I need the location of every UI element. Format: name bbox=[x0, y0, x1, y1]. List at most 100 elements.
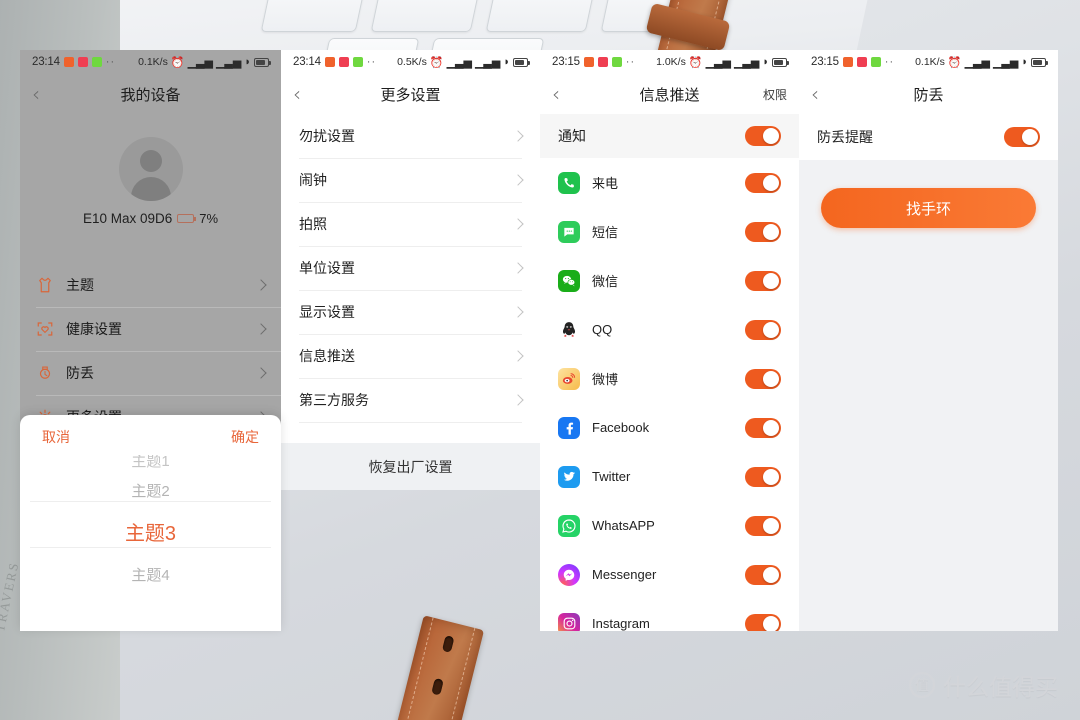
status-app-icon-1 bbox=[583, 57, 594, 67]
notification-master-toggle[interactable] bbox=[745, 126, 781, 146]
push-row-toggle[interactable] bbox=[745, 613, 781, 631]
push-row-wechat[interactable]: 微信 bbox=[540, 256, 799, 305]
anti-lost-reminder-row[interactable]: 防丢提醒 bbox=[799, 114, 1058, 160]
push-row-toggle[interactable] bbox=[745, 221, 781, 242]
signal-icon-2: ▁▃▅ bbox=[733, 56, 760, 69]
signal-icon-1: ▁▃▅ bbox=[705, 56, 731, 69]
menu-item-theme[interactable]: 主题 bbox=[20, 263, 281, 307]
push-row-weibo[interactable]: 微博 bbox=[540, 354, 799, 403]
device-menu-list: 主题 健康设置 防丢 bbox=[20, 263, 281, 439]
status-app-icon-2 bbox=[597, 57, 608, 67]
push-row-facebook[interactable]: Facebook bbox=[540, 403, 799, 452]
notification-master-row[interactable]: 通知 bbox=[540, 114, 799, 158]
push-row-toggle[interactable] bbox=[745, 270, 781, 291]
settings-row-display[interactable]: 显示设置 bbox=[281, 290, 540, 334]
picker-option[interactable]: 主题4 bbox=[20, 557, 281, 595]
list-divider bbox=[299, 422, 522, 423]
back-button[interactable]: ‹ bbox=[32, 84, 56, 104]
status-app-icon-1 bbox=[63, 57, 74, 67]
alarm-icon: ⏰ bbox=[947, 56, 962, 69]
menu-item-label: 防丢 bbox=[66, 365, 94, 381]
push-row-instagram[interactable]: Instagram bbox=[540, 599, 799, 631]
status-time: 23:15 bbox=[811, 56, 839, 68]
status-app-icon-3 bbox=[91, 57, 102, 67]
settings-row-dnd[interactable]: 勿扰设置 bbox=[281, 114, 540, 158]
confirm-button[interactable]: 确定 bbox=[231, 427, 259, 447]
chevron-right-icon bbox=[255, 323, 267, 335]
menu-item-anti-lost[interactable]: 防丢 bbox=[20, 351, 281, 395]
cancel-button[interactable]: 取消 bbox=[42, 427, 70, 447]
chevron-right-icon bbox=[512, 306, 524, 318]
push-row-label: 微信 bbox=[592, 274, 619, 289]
chevron-right-icon bbox=[512, 218, 524, 230]
push-row-messenger[interactable]: Messenger bbox=[540, 550, 799, 599]
push-row-phone[interactable]: 来电 bbox=[540, 158, 799, 207]
push-row-toggle[interactable] bbox=[745, 564, 781, 585]
chevron-right-icon bbox=[512, 262, 524, 274]
battery-icon bbox=[254, 57, 271, 67]
push-row-label: 来电 bbox=[592, 176, 619, 191]
push-row-toggle[interactable] bbox=[745, 515, 781, 536]
heart-scan-icon bbox=[37, 322, 53, 336]
whatsapp-icon bbox=[558, 514, 580, 537]
push-row-toggle[interactable] bbox=[745, 466, 781, 487]
push-row-qq[interactable]: QQ bbox=[540, 305, 799, 354]
page-title: 我的设备 bbox=[120, 86, 181, 104]
back-button[interactable]: ‹ bbox=[811, 84, 835, 104]
wifi-icon: ◗ bbox=[1021, 56, 1028, 68]
push-row-toggle[interactable] bbox=[745, 319, 781, 340]
wechat-icon bbox=[558, 269, 580, 292]
theme-picker-wheel[interactable]: 主题1 主题2 主题3 主题4 bbox=[20, 455, 281, 605]
settings-row-alarm[interactable]: 闹钟 bbox=[281, 158, 540, 202]
push-row-whatsapp[interactable]: WhatsAPP bbox=[540, 501, 799, 550]
permissions-button[interactable]: 权限 bbox=[763, 86, 787, 103]
alarm-icon: ⏰ bbox=[688, 56, 703, 69]
sms-icon bbox=[558, 220, 580, 243]
push-row-sms[interactable]: 短信 bbox=[540, 207, 799, 256]
push-row-label: Facebook bbox=[592, 420, 650, 435]
chevron-right-icon bbox=[512, 394, 524, 406]
push-row-label: Messenger bbox=[592, 567, 657, 582]
signal-icon-2: ▁▃▅ bbox=[992, 56, 1019, 69]
settings-row-third-party[interactable]: 第三方服务 bbox=[281, 378, 540, 422]
battery-icon bbox=[772, 57, 789, 67]
settings-row-camera[interactable]: 拍照 bbox=[281, 202, 540, 246]
weibo-icon bbox=[558, 367, 580, 390]
status-more-dots: ·· bbox=[625, 56, 636, 68]
status-app-icon-3 bbox=[870, 57, 881, 67]
avatar bbox=[118, 137, 183, 201]
picker-option-selected[interactable]: 主题3 bbox=[20, 511, 281, 557]
status-app-icon-3 bbox=[611, 57, 622, 67]
nav-bar: ‹ 防丢 bbox=[799, 74, 1058, 114]
status-time: 23:15 bbox=[552, 56, 580, 68]
status-bar: 23:15 ·· 1.0K/s ⏰ ▁▃▅ ▁▃▅ ◗ bbox=[540, 50, 799, 74]
push-row-toggle[interactable] bbox=[745, 172, 781, 193]
nav-bar: ‹ 信息推送 权限 bbox=[540, 74, 799, 114]
back-button[interactable]: ‹ bbox=[552, 84, 576, 104]
push-row-toggle[interactable] bbox=[745, 368, 781, 389]
status-more-dots: ·· bbox=[884, 56, 895, 68]
alarm-icon: ⏰ bbox=[429, 56, 444, 69]
signal-icon-2: ▁▃▅ bbox=[215, 56, 242, 69]
menu-item-label: 主题 bbox=[66, 277, 94, 293]
picker-option[interactable]: 主题1 bbox=[20, 455, 281, 473]
anti-lost-reminder-toggle[interactable] bbox=[1004, 127, 1040, 147]
settings-row-push[interactable]: 信息推送 bbox=[281, 334, 540, 378]
device-battery-percent: 7% bbox=[199, 211, 219, 226]
device-battery-icon bbox=[177, 214, 197, 223]
back-button[interactable]: ‹ bbox=[293, 84, 317, 104]
qq-icon bbox=[558, 319, 580, 341]
push-row-twitter[interactable]: Twitter bbox=[540, 452, 799, 501]
menu-item-health-settings[interactable]: 健康设置 bbox=[20, 307, 281, 351]
find-band-button[interactable]: 找手环 bbox=[821, 188, 1036, 228]
device-name-row: E10 Max 09D6 7% bbox=[83, 211, 218, 226]
status-bar: 23:15 ·· 0.1K/s ⏰ ▁▃▅ ▁▃▅ ◗ bbox=[799, 50, 1058, 74]
settings-row-label: 信息推送 bbox=[299, 348, 355, 364]
picker-option[interactable]: 主题2 bbox=[20, 473, 281, 511]
settings-row-units[interactable]: 单位设置 bbox=[281, 246, 540, 290]
anti-lost-reminder-label: 防丢提醒 bbox=[817, 129, 873, 145]
signal-icon-1: ▁▃▅ bbox=[187, 56, 213, 69]
factory-reset-button[interactable]: 恢复出厂设置 bbox=[281, 443, 540, 490]
push-row-toggle[interactable] bbox=[745, 417, 781, 438]
settings-row-label: 拍照 bbox=[299, 216, 327, 232]
